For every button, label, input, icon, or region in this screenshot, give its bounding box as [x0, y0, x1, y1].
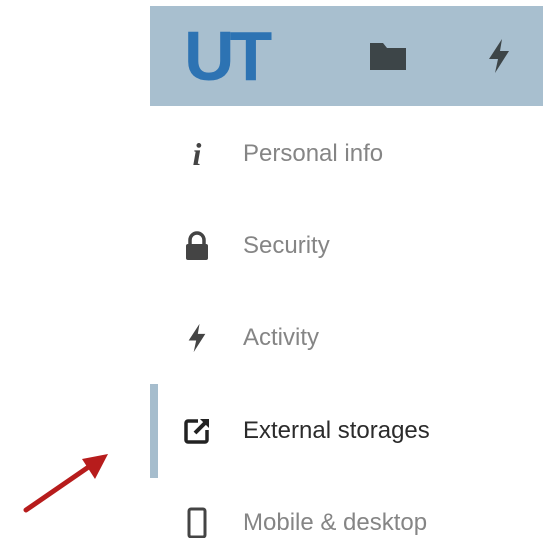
nav-item-label: Mobile & desktop [243, 509, 428, 536]
settings-sidebar-nav: i Personal info Security Activity Extern… [150, 106, 549, 538]
nav-item-activity[interactable]: Activity [150, 303, 549, 373]
nav-item-external-storages[interactable]: External storages [150, 396, 549, 466]
nav-item-security[interactable]: Security [150, 211, 549, 281]
nav-item-label: Activity [243, 324, 320, 351]
info-icon: i [192, 136, 202, 172]
lock-icon [180, 229, 214, 263]
external-link-icon [180, 414, 214, 448]
activity-lightning-icon[interactable] [486, 38, 512, 74]
nav-item-label: External storages [243, 417, 430, 444]
nav-item-label: Security [243, 232, 330, 259]
app-logo[interactable]: UT [184, 18, 272, 94]
nav-item-label: Personal info [243, 140, 384, 167]
app-header: UT [150, 6, 543, 106]
nav-item-mobile-desktop[interactable]: Mobile & desktop [150, 488, 549, 538]
settings-screen: UT i Personal info Security Activity Ext… [0, 0, 549, 538]
annotation-arrow-icon [23, 454, 108, 513]
phone-icon [180, 506, 214, 538]
nav-item-personal-info[interactable]: i Personal info [150, 119, 549, 189]
lightning-icon [180, 321, 214, 355]
files-folder-icon[interactable] [368, 38, 408, 74]
